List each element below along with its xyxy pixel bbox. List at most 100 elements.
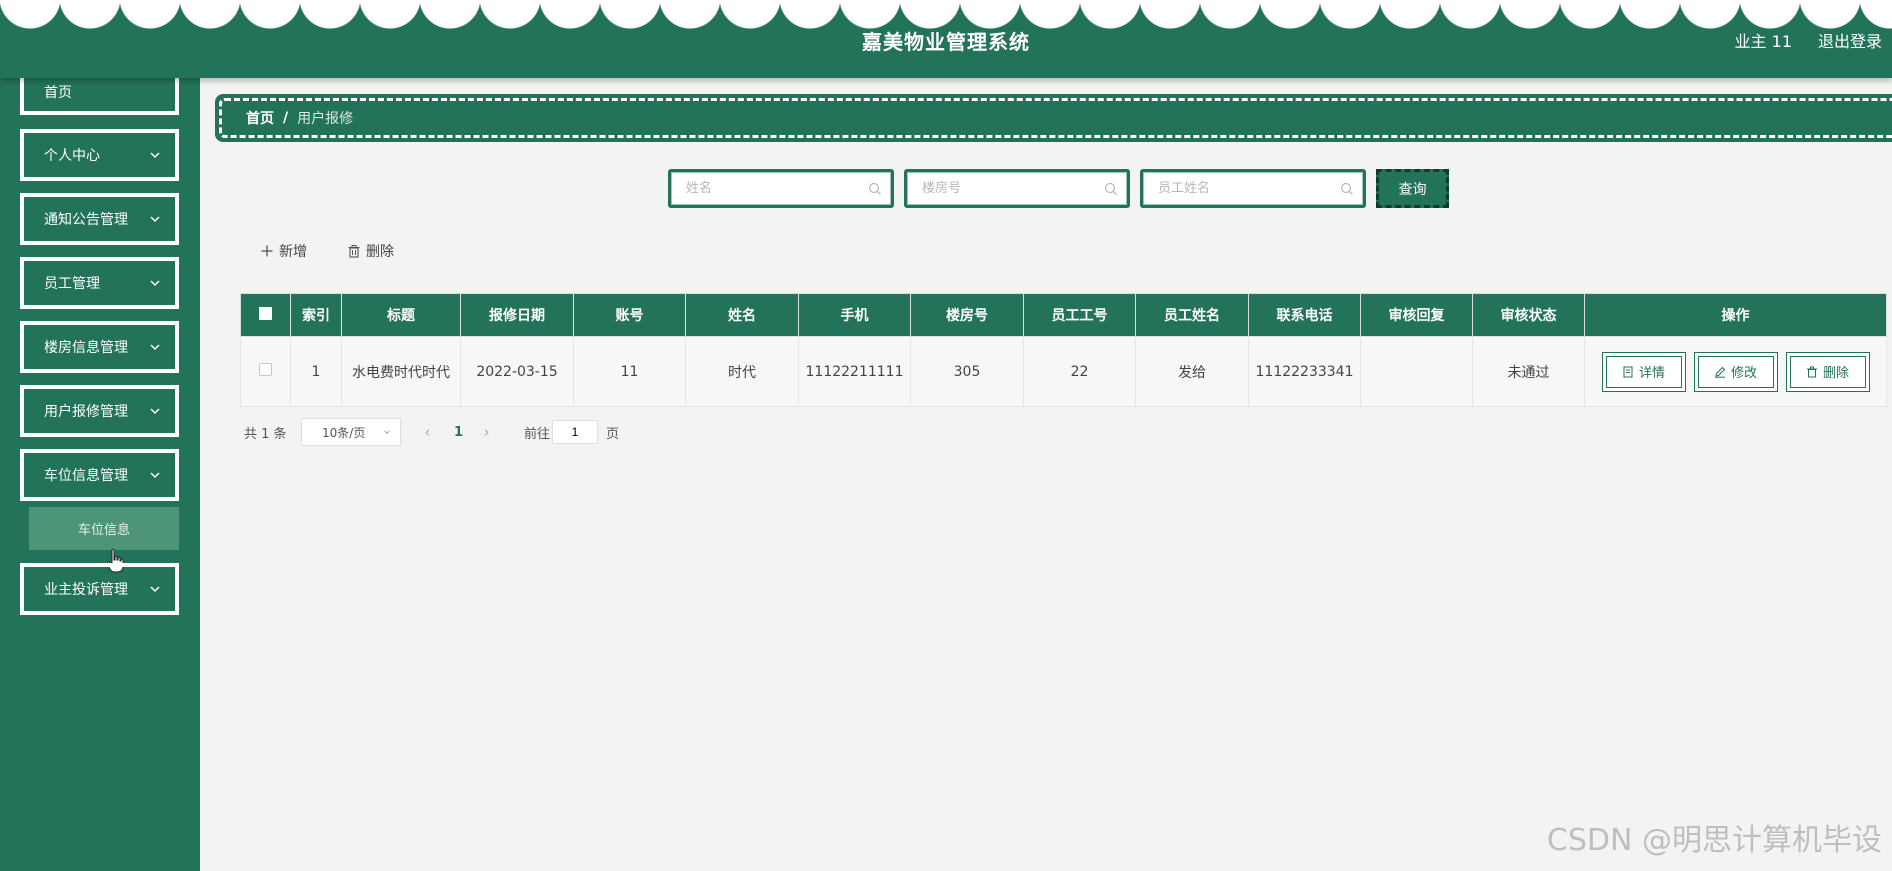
- table-row: 1 水电费时代时代 2022-03-15 11 时代 11122211111 3…: [240, 336, 1887, 407]
- breadcrumb-home[interactable]: 首页: [246, 108, 274, 128]
- column-header: 手机: [798, 293, 911, 337]
- page-size-value: 10条/页: [322, 425, 366, 440]
- search-field-staff: [1143, 172, 1363, 205]
- pencil-icon: [1714, 366, 1726, 378]
- add-button[interactable]: 新增: [260, 240, 307, 262]
- sidebar-item-complaint-management[interactable]: 业主投诉管理: [20, 563, 179, 615]
- trash-icon: [348, 245, 360, 258]
- cell-date: 2022-03-15: [460, 336, 574, 407]
- column-header: 索引: [290, 293, 342, 337]
- cell-reply: [1360, 336, 1473, 407]
- chevron-down-icon: [150, 344, 160, 351]
- chevron-down-icon: [150, 216, 160, 223]
- cell-staff-name: 发给: [1135, 336, 1249, 407]
- chevron-right-icon: [484, 428, 489, 436]
- search-field-building: [907, 172, 1127, 205]
- row-checkbox[interactable]: [259, 363, 272, 376]
- table-header-row: 索引 标题 报修日期 账号 姓名 手机 楼房号 员工工号 员工姓名 联系电话 审…: [240, 293, 1887, 337]
- column-header: 员工姓名: [1135, 293, 1249, 337]
- cell-phone: 11122211111: [798, 336, 911, 407]
- next-page-button[interactable]: [481, 418, 492, 446]
- batch-delete-label: 删除: [366, 244, 394, 260]
- add-button-label: 新增: [279, 244, 307, 260]
- sidebar-item-label: 楼房信息管理: [44, 340, 128, 356]
- pagination-total: 共 1 条: [244, 426, 287, 442]
- select-all-cell[interactable]: [240, 293, 291, 337]
- edit-button[interactable]: 修改: [1693, 351, 1778, 392]
- cell-name: 时代: [685, 336, 799, 407]
- cell-operations: 详情 修改 删除: [1584, 336, 1887, 407]
- chevron-down-icon: [384, 430, 390, 434]
- breadcrumb-inner: 首页 / 用户报修: [219, 98, 1892, 138]
- staff-search-input[interactable]: [1158, 181, 1340, 196]
- detail-button-label: 详情: [1638, 366, 1665, 381]
- watermark: CSDN @明思计算机毕设: [1546, 823, 1882, 858]
- delete-button-label: 删除: [1822, 366, 1849, 381]
- chevron-down-icon: [150, 280, 160, 287]
- column-header: 报修日期: [460, 293, 574, 337]
- goto-suffix: 页: [606, 426, 620, 442]
- column-header: 账号: [573, 293, 686, 337]
- page-number-current[interactable]: 1: [454, 418, 463, 446]
- goto-page-input[interactable]: [555, 425, 595, 439]
- cell-status: 未通过: [1472, 336, 1585, 407]
- top-header: 嘉美物业管理系统 业主 11 退出登录: [0, 0, 1892, 78]
- goto-page-box: [552, 420, 598, 444]
- name-search-input[interactable]: [686, 181, 868, 196]
- breadcrumb-current: 用户报修: [297, 111, 354, 127]
- row-select-cell[interactable]: [240, 336, 291, 407]
- plus-icon: [261, 245, 273, 257]
- sidebar-item-building-management[interactable]: 楼房信息管理: [20, 321, 179, 373]
- chevron-down-icon: [150, 586, 160, 593]
- cell-account: 11: [573, 336, 686, 407]
- sidebar-item-label: 通知公告管理: [44, 212, 128, 228]
- chevron-down-icon: [150, 472, 160, 479]
- sidebar-item-staff-management[interactable]: 员工管理: [20, 257, 179, 309]
- app-title: 嘉美物业管理系统: [862, 30, 1030, 54]
- sidebar-item-label: 员工管理: [44, 276, 100, 292]
- select-all-checkbox[interactable]: [259, 306, 272, 320]
- edit-button-label: 修改: [1730, 366, 1757, 381]
- submenu-item-parking-info[interactable]: 车位信息: [29, 507, 179, 550]
- batch-delete-button[interactable]: 删除: [347, 240, 394, 262]
- cell-contact: 11122233341: [1248, 336, 1361, 407]
- search-field-name: [671, 172, 891, 205]
- column-header: 标题: [341, 293, 461, 337]
- sidebar-item-repair-management[interactable]: 用户报修管理: [20, 385, 179, 437]
- delete-button[interactable]: 删除: [1785, 351, 1870, 392]
- search-box-name: [668, 169, 894, 208]
- sidebar-item-personal-center[interactable]: 个人中心: [20, 129, 179, 181]
- sidebar: 首页 个人中心 通知公告管理 员工管理 楼房信息管理 用户报修管理 车位信息管理…: [0, 68, 200, 871]
- page-size-select[interactable]: 10条/页: [301, 418, 401, 446]
- chevron-down-icon: [150, 408, 160, 415]
- column-header: 审核回复: [1360, 293, 1473, 337]
- current-user: 业主 11: [1734, 32, 1792, 51]
- submenu-item-label: 车位信息: [77, 523, 130, 538]
- cell-building: 305: [910, 336, 1024, 407]
- sidebar-item-notice-management[interactable]: 通知公告管理: [20, 193, 179, 245]
- building-search-input[interactable]: [922, 181, 1104, 196]
- prev-page-button[interactable]: [422, 418, 433, 446]
- trash-icon: [1806, 366, 1817, 377]
- cell-staff-no: 22: [1023, 336, 1136, 407]
- logout-link[interactable]: 退出登录: [1818, 28, 1882, 52]
- breadcrumb: 首页 / 用户报修: [215, 94, 1892, 142]
- sidebar-item-label: 业主投诉管理: [44, 582, 128, 598]
- chevron-down-icon: [150, 152, 160, 159]
- column-header: 员工工号: [1023, 293, 1136, 337]
- cell-index: 1: [290, 336, 342, 407]
- search-icon: [868, 182, 881, 195]
- sidebar-item-label: 车位信息管理: [44, 468, 128, 484]
- column-header: 姓名: [685, 293, 799, 337]
- search-box-staff: [1140, 169, 1366, 208]
- document-icon: [1623, 366, 1633, 377]
- query-button[interactable]: 查询: [1376, 169, 1449, 208]
- column-header: 审核状态: [1472, 293, 1585, 337]
- breadcrumb-separator: /: [283, 110, 289, 126]
- detail-button[interactable]: 详情: [1601, 351, 1686, 392]
- search-icon: [1104, 182, 1117, 195]
- search-icon: [1340, 182, 1353, 195]
- column-header: 联系电话: [1248, 293, 1361, 337]
- goto-prefix: 前往: [524, 426, 551, 442]
- sidebar-item-parking-management[interactable]: 车位信息管理: [20, 449, 179, 501]
